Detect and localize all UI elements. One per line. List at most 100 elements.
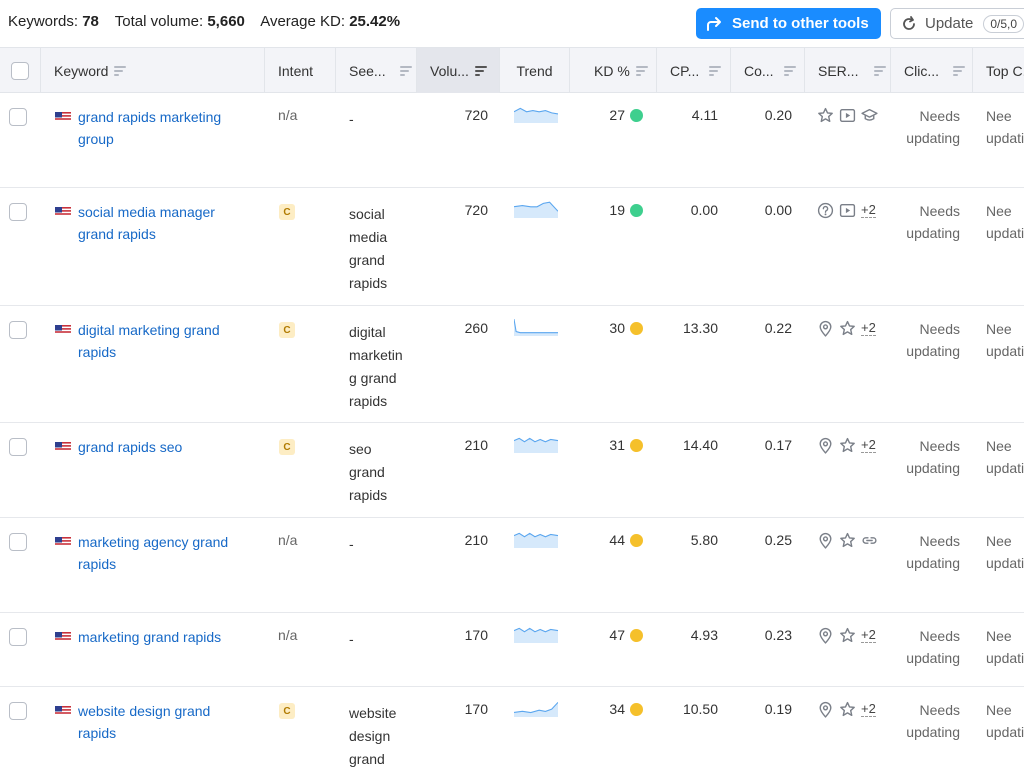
video-icon[interactable] [839, 202, 856, 219]
us-flag-icon [55, 704, 71, 715]
keyword-link[interactable]: grand rapids seo [78, 436, 253, 458]
top-competitors-status: Nee updati [986, 435, 1024, 479]
video-icon[interactable] [839, 107, 856, 124]
table-row[interactable]: marketing agency grand rapids n/a - 210 44 5.… [0, 518, 1024, 613]
intent-commercial-badge[interactable]: C [279, 439, 295, 455]
clicks-line: Needs [919, 438, 960, 454]
kd-indicator-dot [630, 629, 643, 642]
keyword-link[interactable]: digital marketing grand rapids [78, 319, 253, 363]
topc-line: updati [986, 130, 1024, 146]
star-icon[interactable] [839, 627, 856, 644]
topc-line: Nee [986, 533, 1012, 549]
seed-line: grand [349, 751, 385, 767]
trend-sparkline [514, 701, 558, 717]
send-to-other-tools-button[interactable]: Send to other tools [696, 8, 881, 39]
column-header-trend[interactable]: Trend [500, 48, 570, 93]
row-checkbox[interactable] [9, 533, 27, 551]
column-header-clicks[interactable]: Clic... [891, 48, 973, 93]
column-header-serp-features[interactable]: SER... [805, 48, 891, 93]
intent-commercial-badge[interactable]: C [279, 204, 295, 220]
column-label: See... [349, 62, 386, 79]
keyword-link[interactable]: website design grand rapids [78, 700, 253, 744]
star-icon[interactable] [839, 437, 856, 454]
table-row[interactable]: grand rapids marketing group n/a - 720 27 4.1… [0, 93, 1024, 188]
table-row[interactable]: social media manager grand rapids Csocial m… [0, 188, 1024, 306]
us-flag-icon [55, 110, 71, 121]
seed-keyword: - [349, 533, 409, 556]
column-header-cpc[interactable]: CP... [657, 48, 731, 93]
serp-more-link[interactable]: +2 [861, 437, 876, 453]
star-icon[interactable] [839, 320, 856, 337]
keyword-line: rapids [78, 344, 117, 360]
row-checkbox[interactable] [9, 203, 27, 221]
table-header: Keyword Intent See... Volu... Trend KD %… [0, 47, 1024, 93]
question-icon[interactable] [817, 202, 834, 219]
serp-more-link[interactable]: +2 [861, 627, 876, 643]
column-header-top-competitors[interactable]: Top C... [973, 48, 1024, 93]
clicks-status: Needs updating [898, 530, 960, 574]
kd-value: 31 [609, 437, 625, 453]
intent-commercial-badge[interactable]: C [279, 322, 295, 338]
column-header-volume[interactable]: Volu... [417, 48, 500, 93]
sort-icon [114, 65, 127, 76]
volume-value: 720 [464, 202, 488, 218]
keyword-link[interactable]: social media manager grand rapids [78, 201, 253, 245]
table-row[interactable]: marketing grand rapids n/a - 170 47 4.93 0.23… [0, 613, 1024, 687]
select-all-cell [0, 48, 41, 93]
share-arrow-icon [707, 16, 721, 31]
seed-keyword: website design grand [349, 702, 409, 768]
competition-value: 0.19 [764, 701, 792, 717]
row-checkbox[interactable] [9, 702, 27, 720]
update-button[interactable]: Update 0/5,0 [890, 8, 1024, 39]
row-checkbox[interactable] [9, 438, 27, 456]
keyword-link[interactable]: marketing agency grand rapids [78, 531, 253, 575]
table-row[interactable]: grand rapids seo Cseo grand rapids 210 31 14.… [0, 423, 1024, 518]
star-icon[interactable] [839, 532, 856, 549]
seed-keyword: digital marketin g grand rapids [349, 321, 409, 413]
clicks-line: updating [906, 460, 960, 476]
keyword-line: grand rapids marketing [78, 109, 222, 125]
column-label: Clic... [904, 62, 939, 79]
select-all-checkbox[interactable] [11, 61, 29, 80]
keyword-link[interactable]: marketing grand rapids [78, 626, 253, 648]
intent-commercial-badge[interactable]: C [279, 703, 295, 719]
column-header-kd[interactable]: KD % [570, 48, 657, 93]
serp-more-link[interactable]: +2 [861, 701, 876, 717]
star-icon[interactable] [817, 107, 834, 124]
us-flag-icon [55, 440, 71, 451]
pin-icon[interactable] [817, 701, 834, 718]
column-header-seed[interactable]: See... [336, 48, 417, 93]
academic-cap-icon[interactable] [861, 107, 878, 124]
serp-features: +2 [817, 319, 876, 337]
serp-more-link[interactable]: +2 [861, 202, 876, 218]
link-icon[interactable] [861, 532, 878, 549]
seed-line: marketin [349, 347, 403, 363]
keyword-line: rapids [78, 725, 117, 741]
table-row[interactable]: website design grand rapids Cwebsite design… [0, 687, 1024, 768]
row-checkbox[interactable] [9, 108, 27, 126]
seed-line: rapids [349, 487, 388, 503]
column-header-competition[interactable]: Co... [731, 48, 805, 93]
clicks-line: updating [906, 555, 960, 571]
pin-icon[interactable] [817, 320, 834, 337]
clicks-line: Needs [919, 702, 960, 718]
keyword-link[interactable]: grand rapids marketing group [78, 106, 253, 150]
competition-value: 0.17 [764, 437, 792, 453]
seed-keyword: - [349, 628, 409, 651]
pin-icon[interactable] [817, 627, 834, 644]
serp-features: +2 [817, 436, 876, 454]
star-icon[interactable] [839, 701, 856, 718]
row-checkbox[interactable] [9, 628, 27, 646]
sort-icon [874, 65, 887, 76]
keyword-line: marketing grand rapids [78, 629, 222, 645]
pin-icon[interactable] [817, 532, 834, 549]
row-checkbox[interactable] [9, 321, 27, 339]
column-header-keyword[interactable]: Keyword [41, 48, 265, 93]
table-row[interactable]: digital marketing grand rapids Cdigital mar… [0, 306, 1024, 423]
column-header-intent[interactable]: Intent [265, 48, 336, 93]
column-label: KD % [594, 62, 630, 79]
serp-more-link[interactable]: +2 [861, 320, 876, 336]
competition-value: 0.22 [764, 320, 792, 336]
pin-icon[interactable] [817, 437, 834, 454]
seed-line: - [349, 111, 354, 127]
